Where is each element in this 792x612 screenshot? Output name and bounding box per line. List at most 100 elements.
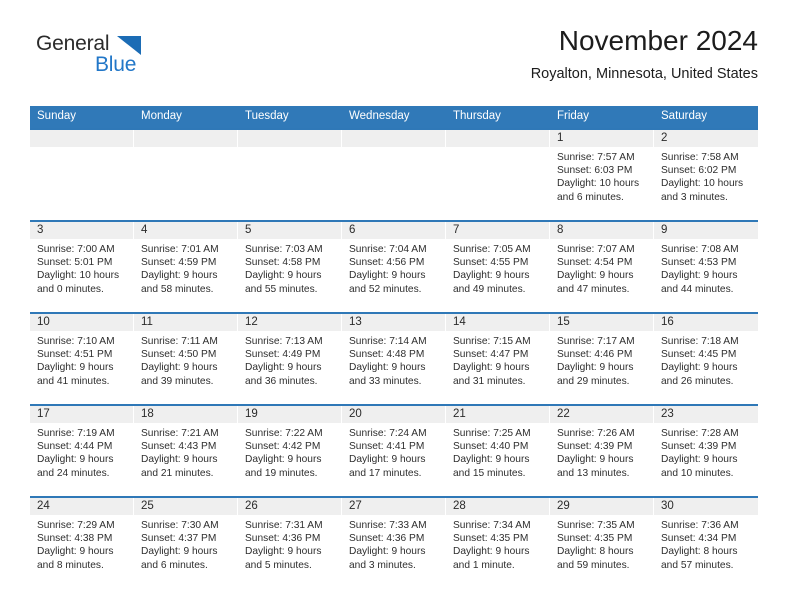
sunset-text: Sunset: 4:59 PM xyxy=(141,257,217,269)
day-number: 21 xyxy=(446,406,550,423)
day-number: 10 xyxy=(30,314,134,331)
sunset-text: Sunset: 4:39 PM xyxy=(557,441,633,453)
day-cell-inner: 17 Sunrise: 7:19 AM Sunset: 4:44 PM Dayligh… xyxy=(30,406,134,496)
sunset-text: Sunset: 4:37 PM xyxy=(141,533,217,545)
sunrise-text: Sunrise: 7:13 AM xyxy=(245,336,323,347)
day-details: Sunrise: 7:36 AM Sunset: 4:34 PM Daylight:… xyxy=(654,515,758,572)
calendar-day-cell[interactable]: 25 Sunrise: 7:30 AM Sunset: 4:37 PM Dayligh… xyxy=(134,497,238,591)
day-number: 8 xyxy=(550,222,654,239)
calendar-week-row: 3 Sunrise: 7:00 AM Sunset: 5:01 PM Daylight… xyxy=(30,221,758,313)
calendar-day-cell[interactable]: 26 Sunrise: 7:31 AM Sunset: 4:36 PM Dayligh… xyxy=(238,497,342,591)
day-cell-inner: 15 Sunrise: 7:17 AM Sunset: 4:46 PM Dayligh… xyxy=(550,314,654,404)
sunset-text: Sunset: 6:02 PM xyxy=(661,165,737,177)
calendar-day-cell[interactable]: 23 Sunrise: 7:28 AM Sunset: 4:39 PM Dayligh… xyxy=(654,405,758,497)
day-number: 2 xyxy=(654,130,758,147)
daylight-text-line2: and 29 minutes. xyxy=(557,375,630,387)
calendar-day-cell[interactable]: 18 Sunrise: 7:21 AM Sunset: 4:43 PM Dayligh… xyxy=(134,405,238,497)
sunset-text: Sunset: 5:01 PM xyxy=(37,257,113,269)
weekday-header-thursday: Thursday xyxy=(446,106,550,129)
daylight-text-line1: Daylight: 10 hours xyxy=(557,178,640,190)
calendar-day-cell[interactable]: 6 Sunrise: 7:04 AM Sunset: 4:56 PM Daylight… xyxy=(342,221,446,313)
calendar-day-cell[interactable]: 3 Sunrise: 7:00 AM Sunset: 5:01 PM Daylight… xyxy=(30,221,134,313)
day-cell-inner xyxy=(238,130,342,220)
daylight-text-line1: Daylight: 9 hours xyxy=(349,546,426,558)
page-title: November 2024 xyxy=(558,25,758,56)
calendar-day-cell[interactable]: 17 Sunrise: 7:19 AM Sunset: 4:44 PM Dayligh… xyxy=(30,405,134,497)
calendar-day-cell[interactable]: 21 Sunrise: 7:25 AM Sunset: 4:40 PM Dayligh… xyxy=(446,405,550,497)
day-details: Sunrise: 7:25 AM Sunset: 4:40 PM Daylight:… xyxy=(446,423,550,480)
day-cell-inner xyxy=(134,130,238,220)
daylight-text-line1: Daylight: 9 hours xyxy=(557,270,634,282)
sunset-text: Sunset: 4:49 PM xyxy=(245,349,321,361)
daylight-text-line2: and 39 minutes. xyxy=(141,375,214,387)
day-cell-inner: 22 Sunrise: 7:26 AM Sunset: 4:39 PM Dayligh… xyxy=(550,406,654,496)
calendar-day-cell[interactable]: 12 Sunrise: 7:13 AM Sunset: 4:49 PM Dayligh… xyxy=(238,313,342,405)
daylight-text-line1: Daylight: 9 hours xyxy=(141,546,218,558)
daylight-text-line1: Daylight: 9 hours xyxy=(141,454,218,466)
daylight-text-line1: Daylight: 8 hours xyxy=(557,546,634,558)
sunset-text: Sunset: 4:36 PM xyxy=(349,533,425,545)
calendar-day-cell[interactable]: 20 Sunrise: 7:24 AM Sunset: 4:41 PM Dayligh… xyxy=(342,405,446,497)
calendar-day-cell[interactable]: 2 Sunrise: 7:58 AM Sunset: 6:02 PM Daylight… xyxy=(654,129,758,221)
calendar-day-cell[interactable]: 8 Sunrise: 7:07 AM Sunset: 4:54 PM Daylight… xyxy=(550,221,654,313)
day-number: 16 xyxy=(654,314,758,331)
calendar-day-cell[interactable]: 13 Sunrise: 7:14 AM Sunset: 4:48 PM Dayligh… xyxy=(342,313,446,405)
brand-logo[interactable]: General Blue xyxy=(36,32,216,88)
calendar-day-cell[interactable]: 14 Sunrise: 7:15 AM Sunset: 4:47 PM Dayligh… xyxy=(446,313,550,405)
day-cell-inner: 1 Sunrise: 7:57 AM Sunset: 6:03 PM Daylight… xyxy=(550,130,654,220)
day-details: Sunrise: 7:18 AM Sunset: 4:45 PM Daylight:… xyxy=(654,331,758,388)
day-number xyxy=(342,130,446,147)
calendar-day-cell[interactable]: 7 Sunrise: 7:05 AM Sunset: 4:55 PM Daylight… xyxy=(446,221,550,313)
daylight-text-line1: Daylight: 9 hours xyxy=(661,270,738,282)
sunrise-text: Sunrise: 7:26 AM xyxy=(557,428,635,439)
day-cell-inner: 19 Sunrise: 7:22 AM Sunset: 4:42 PM Dayligh… xyxy=(238,406,342,496)
day-details: Sunrise: 7:00 AM Sunset: 5:01 PM Daylight:… xyxy=(30,239,134,296)
calendar-day-cell[interactable]: 29 Sunrise: 7:35 AM Sunset: 4:35 PM Dayligh… xyxy=(550,497,654,591)
daylight-text-line1: Daylight: 9 hours xyxy=(661,362,738,374)
day-details: Sunrise: 7:10 AM Sunset: 4:51 PM Daylight:… xyxy=(30,331,134,388)
sunrise-text: Sunrise: 7:34 AM xyxy=(453,520,531,531)
daylight-text-line1: Daylight: 9 hours xyxy=(349,454,426,466)
day-cell-inner: 11 Sunrise: 7:11 AM Sunset: 4:50 PM Dayligh… xyxy=(134,314,238,404)
daylight-text-line2: and 6 minutes. xyxy=(557,191,624,203)
daylight-text-line2: and 8 minutes. xyxy=(37,559,104,571)
day-number: 19 xyxy=(238,406,342,423)
calendar-day-cell[interactable]: 4 Sunrise: 7:01 AM Sunset: 4:59 PM Daylight… xyxy=(134,221,238,313)
day-details: Sunrise: 7:28 AM Sunset: 4:39 PM Daylight:… xyxy=(654,423,758,480)
sunset-text: Sunset: 4:46 PM xyxy=(557,349,633,361)
calendar-day-cell[interactable]: 30 Sunrise: 7:36 AM Sunset: 4:34 PM Dayligh… xyxy=(654,497,758,591)
calendar-day-cell[interactable]: 10 Sunrise: 7:10 AM Sunset: 4:51 PM Dayligh… xyxy=(30,313,134,405)
calendar-day-cell[interactable]: 19 Sunrise: 7:22 AM Sunset: 4:42 PM Dayligh… xyxy=(238,405,342,497)
calendar-day-cell[interactable]: 27 Sunrise: 7:33 AM Sunset: 4:36 PM Dayligh… xyxy=(342,497,446,591)
day-details: Sunrise: 7:57 AM Sunset: 6:03 PM Daylight:… xyxy=(550,147,654,204)
daylight-text-line1: Daylight: 9 hours xyxy=(453,362,530,374)
page-header: General Blue November 2024 Royalton, Min… xyxy=(30,24,758,98)
daylight-text-line2: and 0 minutes. xyxy=(37,283,104,295)
calendar-day-cell[interactable]: 11 Sunrise: 7:11 AM Sunset: 4:50 PM Dayligh… xyxy=(134,313,238,405)
calendar-day-cell[interactable]: 16 Sunrise: 7:18 AM Sunset: 4:45 PM Dayligh… xyxy=(654,313,758,405)
sunrise-text: Sunrise: 7:04 AM xyxy=(349,244,427,255)
sunrise-text: Sunrise: 7:14 AM xyxy=(349,336,427,347)
daylight-text-line2: and 5 minutes. xyxy=(245,559,312,571)
day-cell-inner: 25 Sunrise: 7:30 AM Sunset: 4:37 PM Dayligh… xyxy=(134,498,238,591)
sunset-text: Sunset: 4:50 PM xyxy=(141,349,217,361)
calendar-day-cell[interactable]: 24 Sunrise: 7:29 AM Sunset: 4:38 PM Dayligh… xyxy=(30,497,134,591)
calendar-day-cell[interactable]: 22 Sunrise: 7:26 AM Sunset: 4:39 PM Dayligh… xyxy=(550,405,654,497)
daylight-text-line2: and 36 minutes. xyxy=(245,375,318,387)
day-cell-inner: 8 Sunrise: 7:07 AM Sunset: 4:54 PM Daylight… xyxy=(550,222,654,312)
calendar-week-row: 17 Sunrise: 7:19 AM Sunset: 4:44 PM Dayligh… xyxy=(30,405,758,497)
calendar-day-cell[interactable]: 15 Sunrise: 7:17 AM Sunset: 4:46 PM Dayligh… xyxy=(550,313,654,405)
daylight-text-line1: Daylight: 8 hours xyxy=(661,546,738,558)
sunset-text: Sunset: 4:48 PM xyxy=(349,349,425,361)
calendar-day-cell[interactable]: 5 Sunrise: 7:03 AM Sunset: 4:58 PM Daylight… xyxy=(238,221,342,313)
sunrise-text: Sunrise: 7:15 AM xyxy=(453,336,531,347)
sunrise-text: Sunrise: 7:08 AM xyxy=(661,244,739,255)
day-details: Sunrise: 7:29 AM Sunset: 4:38 PM Daylight:… xyxy=(30,515,134,572)
sunset-text: Sunset: 4:39 PM xyxy=(661,441,737,453)
calendar-table: Sunday Monday Tuesday Wednesday Thursday… xyxy=(30,106,758,591)
calendar-day-cell[interactable]: 9 Sunrise: 7:08 AM Sunset: 4:53 PM Daylight… xyxy=(654,221,758,313)
day-details: Sunrise: 7:26 AM Sunset: 4:39 PM Daylight:… xyxy=(550,423,654,480)
calendar-day-cell[interactable]: 1 Sunrise: 7:57 AM Sunset: 6:03 PM Daylight… xyxy=(550,129,654,221)
calendar-day-cell[interactable]: 28 Sunrise: 7:34 AM Sunset: 4:35 PM Dayligh… xyxy=(446,497,550,591)
sunrise-text: Sunrise: 7:58 AM xyxy=(661,152,739,163)
